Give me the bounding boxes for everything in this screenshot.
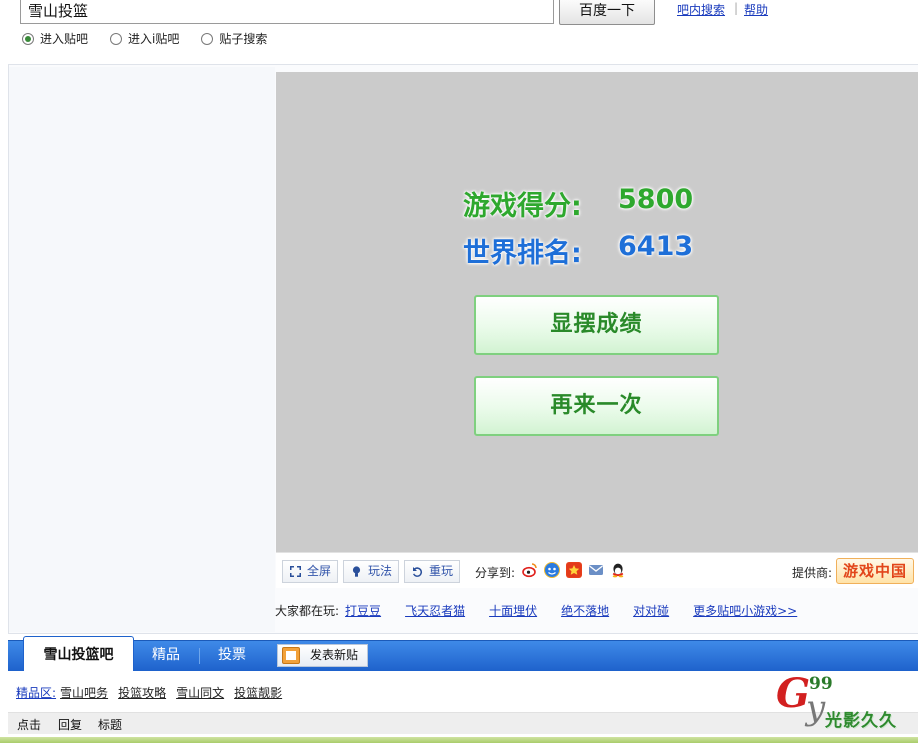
lightbulb-icon (352, 566, 361, 577)
renren-icon[interactable] (544, 562, 560, 578)
search-button[interactable]: 百度一下 (559, 0, 655, 25)
bottom-strip (0, 737, 918, 743)
replay-icon (413, 567, 423, 577)
game-link[interactable]: 打豆豆 (345, 602, 385, 619)
score-label: 游戏得分: (463, 191, 582, 222)
popular-games-row: 大家都在玩: 打豆豆 飞天忍者猫 十面埋伏 绝不落地 对对碰 更多贴吧小游戏>> (275, 602, 821, 619)
provider-label: 提供商: (792, 566, 833, 580)
fullscreen-label: 全屏 (307, 564, 332, 578)
share-label: 分享到: (475, 566, 516, 580)
game-link[interactable]: 十面埋伏 (489, 602, 541, 619)
score-value: 5800 (618, 184, 694, 215)
radio-enter-tieba[interactable]: 进入贴吧 (22, 30, 88, 47)
game-link[interactable]: 绝不落地 (561, 602, 613, 619)
kaixin-icon[interactable] (566, 562, 582, 578)
qq-icon[interactable] (610, 562, 626, 578)
featured-category-link[interactable]: 雪山吧务 (60, 684, 108, 701)
play-again-button[interactable]: 再来一次 (474, 376, 719, 436)
featured-category-link[interactable]: 投篮攻略 (118, 684, 166, 701)
search-mode-radio-group: 进入贴吧 进入i贴吧 贴子搜索 (22, 30, 289, 47)
help-link[interactable]: 帮助 (744, 1, 768, 18)
page-root: 雪山投篮 百度一下 吧内搜索 | 帮助 进入贴吧 进入i贴吧 贴子搜索 游戏得分… (0, 0, 918, 743)
replay-label: 重玩 (429, 564, 454, 578)
bar-nav (8, 640, 918, 671)
show-score-button[interactable]: 显摆成绩 (474, 295, 719, 355)
featured-zone-link[interactable]: 精品区: (16, 684, 56, 701)
featured-category-link[interactable]: 雪山同文 (176, 684, 224, 701)
radio-button[interactable] (201, 32, 214, 45)
tab-divider (199, 648, 200, 664)
howto-label: 玩法 (368, 564, 393, 578)
game-toolbar: 全屏 玩法 重玩 分享到: 提供商: 游戏中国 (276, 552, 918, 588)
featured-category-link[interactable]: 投篮靓影 (234, 684, 282, 701)
radio-enter-itieba[interactable]: 进入i贴吧 (110, 30, 179, 47)
radio-label: 贴子搜索 (219, 32, 268, 46)
new-post-button[interactable]: 发表新贴 (277, 644, 368, 667)
radio-post-search[interactable]: 贴子搜索 (201, 30, 267, 47)
radio-button-checked[interactable] (22, 32, 34, 45)
col-clicks[interactable]: 点击 (17, 716, 41, 733)
tab-bar-home[interactable]: 雪山投篮吧 (23, 636, 134, 671)
game-link[interactable]: 飞天忍者猫 (405, 602, 469, 619)
weibo-icon[interactable] (522, 562, 538, 578)
col-replies[interactable]: 回复 (58, 716, 82, 733)
rank-value: 6413 (618, 231, 694, 262)
left-panel (9, 67, 275, 632)
compose-icon (282, 647, 300, 664)
watermark-text: 光影久久 (825, 711, 897, 731)
fullscreen-button[interactable]: 全屏 (282, 560, 339, 583)
radio-button[interactable] (110, 32, 123, 45)
featured-zone: 精品区: 雪山吧务 投篮攻略 雪山同文 投篮靓影 (16, 684, 292, 701)
popular-games-label: 大家都在玩: (275, 604, 340, 618)
howto-button[interactable]: 玩法 (343, 560, 400, 583)
radio-label: 进入i贴吧 (128, 32, 180, 46)
game-link[interactable]: 对对碰 (633, 602, 673, 619)
provider-logo[interactable]: 游戏中国 (836, 558, 914, 584)
radio-label: 进入贴吧 (40, 32, 89, 46)
tab-featured[interactable]: 精品 (152, 640, 180, 671)
new-post-label: 发表新贴 (310, 648, 359, 662)
watermark-logo-y: y (806, 688, 826, 728)
search-input[interactable]: 雪山投篮 (20, 0, 554, 24)
replay-button[interactable]: 重玩 (404, 560, 461, 583)
mail-icon[interactable] (588, 562, 604, 578)
rank-label: 世界排名: (463, 238, 582, 269)
col-title[interactable]: 标题 (98, 716, 122, 733)
tab-vote[interactable]: 投票 (218, 640, 246, 671)
bar-search-link[interactable]: 吧内搜索 (677, 1, 725, 18)
fullscreen-icon (290, 566, 301, 577)
more-games-link[interactable]: 更多贴吧小游戏>> (693, 602, 801, 619)
link-separator: | (734, 1, 739, 15)
